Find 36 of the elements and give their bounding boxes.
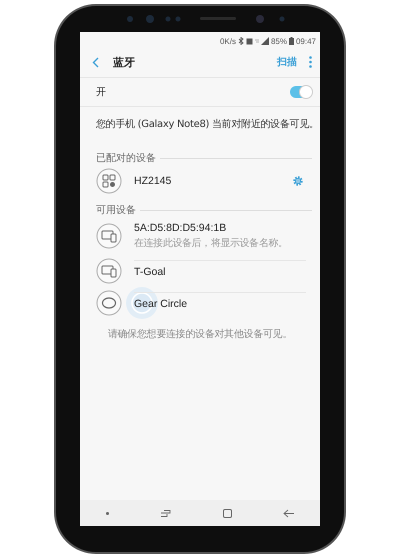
- device-row[interactable]: HZ2145: [80, 165, 320, 197]
- settings-icon: [292, 175, 304, 187]
- toggle-label: 开: [96, 86, 106, 99]
- home-icon: [222, 508, 232, 518]
- devices-icon: [96, 223, 122, 249]
- ring-icon: [96, 290, 122, 316]
- page-title: 蓝牙: [113, 54, 136, 70]
- footer-note: 请确保您想要连接的设备对其他设备可见。: [106, 328, 294, 342]
- network-speed: 0K/s: [220, 36, 236, 46]
- grid-icon: [96, 168, 122, 194]
- battery-icon: [288, 37, 294, 45]
- back-button[interactable]: [90, 54, 101, 70]
- device-row[interactable]: Gear Circle: [80, 287, 320, 319]
- battery-level: 85%: [270, 36, 287, 46]
- bluetooth-icon: [238, 37, 244, 45]
- device-name: 5A:D5:8D:D5:94:1B: [134, 222, 228, 234]
- signal-icon: [254, 37, 269, 45]
- section-title: 可用设备: [96, 204, 136, 217]
- recents-icon: [160, 508, 172, 518]
- status-time: 09:47: [296, 36, 316, 46]
- more-icon: [309, 56, 312, 68]
- device-name: T-Goal: [134, 266, 167, 278]
- device-subtitle: 在连接此设备后，将显示设备名称。: [134, 236, 289, 250]
- device-name: Gear Circle: [134, 298, 188, 310]
- sim-icon: [246, 38, 253, 44]
- devices-icon: [96, 258, 122, 284]
- section-title: 已配对的设备: [96, 152, 156, 165]
- back-icon: [92, 56, 99, 68]
- back-nav-icon: [283, 508, 294, 518]
- device-row[interactable]: T-Goal: [80, 255, 320, 287]
- dot-icon: [106, 512, 109, 514]
- more-button[interactable]: [307, 54, 314, 70]
- device-row[interactable]: 5A:D5:8D:D5:94:1B 在连接此设备后，将显示设备名称。: [80, 217, 320, 255]
- device-name: HZ2145: [134, 175, 172, 187]
- bluetooth-switch[interactable]: [290, 86, 312, 98]
- visibility-note: 您的手机 (Galaxy Note8) 当前对附近的设备可见。: [95, 118, 320, 132]
